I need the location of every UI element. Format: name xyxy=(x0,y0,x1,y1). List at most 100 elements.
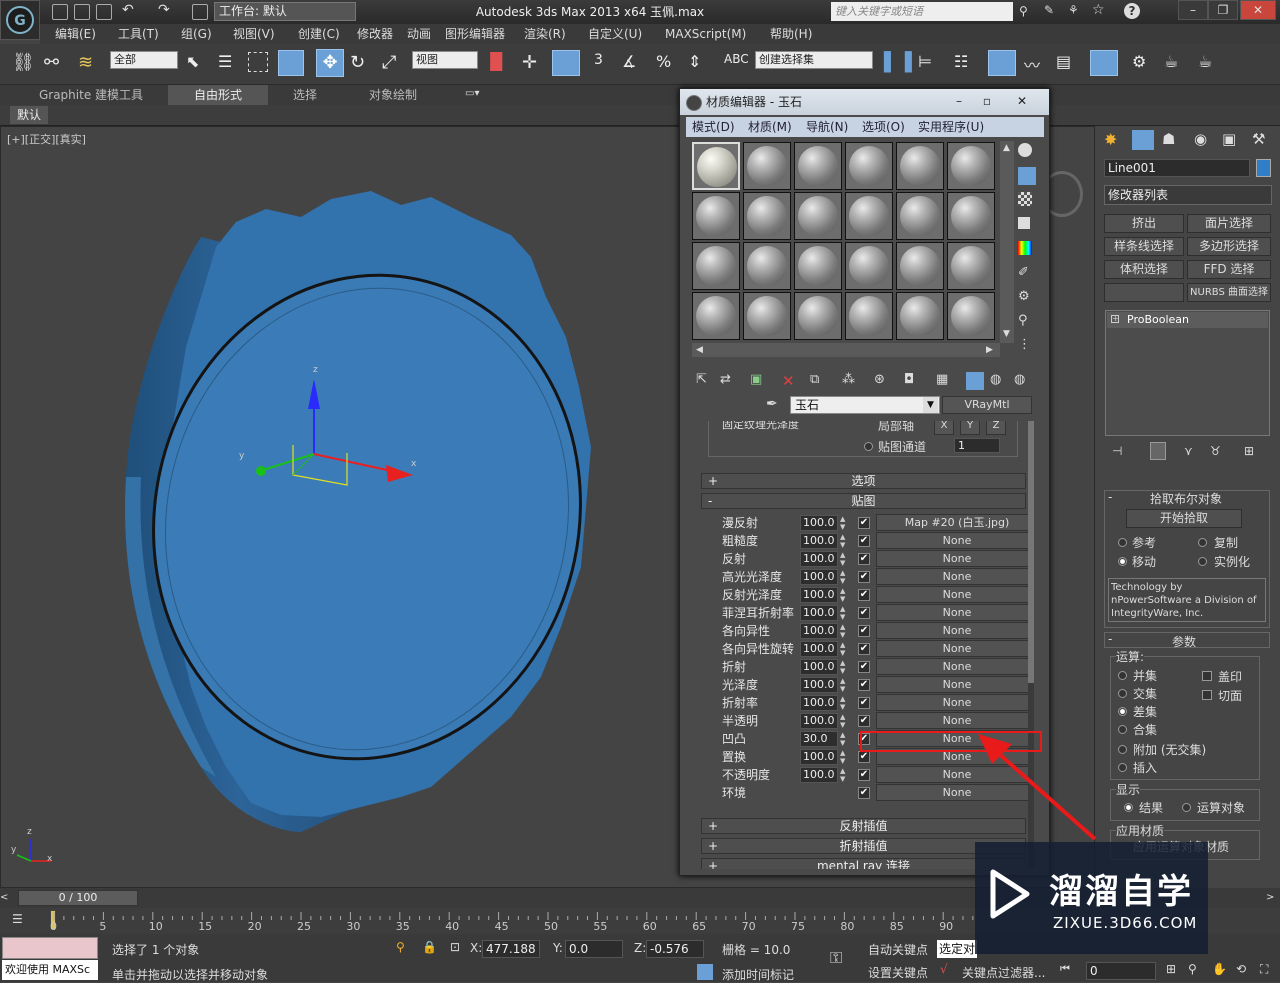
make-unique-mat-icon[interactable]: ⁂ xyxy=(842,372,860,390)
save-file-icon[interactable] xyxy=(96,4,112,20)
spline-select-button[interactable]: 样条线选择 xyxy=(1104,237,1184,256)
map-enable-checkbox[interactable]: ✔ xyxy=(858,787,870,799)
ribbon-options-icon[interactable]: ▭▾ xyxy=(465,88,479,99)
select-and-scale-icon[interactable]: ⤢ xyxy=(382,52,404,74)
spinner-snap-icon[interactable]: ⇕ xyxy=(688,52,710,74)
local-axis-radio[interactable] xyxy=(864,421,873,428)
material-id-channel-icon[interactable]: ◘ xyxy=(904,372,922,390)
map-amount-field[interactable]: 100.0 xyxy=(800,605,838,621)
map-amount-field[interactable]: 30.0 xyxy=(800,731,838,747)
mat-menu-utilities[interactable]: 实用程序(U) xyxy=(918,117,984,137)
maxscript-listener-pink[interactable] xyxy=(2,937,98,959)
sample-slot[interactable] xyxy=(896,242,944,290)
angle-snap-icon[interactable]: ∡ xyxy=(622,52,644,74)
curve-editor-icon[interactable]: 〰 xyxy=(1024,52,1046,75)
app-logo-icon[interactable]: G xyxy=(0,0,40,40)
align-icon[interactable]: ⊨ xyxy=(918,52,940,74)
nurbs-surface-select-button[interactable]: NURBS 曲面选择 xyxy=(1187,283,1271,302)
rollout-minus-icon[interactable]: - xyxy=(1108,490,1112,504)
map-amount-spinner[interactable]: ▲ ▼ xyxy=(840,713,848,729)
menu-animation[interactable]: 动画 xyxy=(407,24,431,44)
map-amount-spinner[interactable]: ▲ ▼ xyxy=(840,749,848,765)
layer-manager-icon[interactable]: ☷ xyxy=(954,52,976,74)
poly-select-button[interactable]: 多边形选择 xyxy=(1187,237,1271,256)
key-filters-button[interactable]: 关键点过滤器... xyxy=(962,964,1045,981)
sample-slot[interactable] xyxy=(947,142,995,190)
insert-radio[interactable] xyxy=(1118,763,1127,772)
auto-key-button[interactable]: 自动关键点 xyxy=(868,941,928,958)
menu-views[interactable]: 视图(V) xyxy=(233,24,275,44)
ribbon-default-label[interactable]: 默认 xyxy=(10,106,48,124)
material-editor-titlebar[interactable]: 材质编辑器 - 玉石 – ▫ ✕ xyxy=(680,89,1049,115)
operands-radio[interactable] xyxy=(1182,803,1191,812)
sample-slot-vscrollbar[interactable] xyxy=(1000,141,1014,343)
stack-item-proboolean[interactable]: ProBoolean xyxy=(1107,312,1268,328)
sample-slot[interactable] xyxy=(743,192,791,240)
material-map-navigator-icon[interactable]: ⋮ xyxy=(1018,337,1036,355)
zoom-extents-icon[interactable]: ⚲ xyxy=(1188,962,1197,976)
redo-icon[interactable]: ↷ xyxy=(158,2,170,18)
map-amount-spinner[interactable]: ▲ ▼ xyxy=(840,551,848,567)
current-frame-field[interactable]: 0 xyxy=(1086,962,1156,980)
material-name-dropdown-icon[interactable]: ▼ xyxy=(923,397,938,413)
sample-type-icon[interactable] xyxy=(1018,143,1032,157)
favorites-star-icon[interactable]: ☆ xyxy=(1092,2,1105,18)
menu-maxscript[interactable]: MAXScript(M) xyxy=(665,24,746,44)
reference-radio[interactable] xyxy=(1118,538,1127,547)
volume-select-button[interactable]: 体积选择 xyxy=(1104,260,1184,279)
sample-slot[interactable] xyxy=(794,292,842,340)
sample-slot[interactable] xyxy=(845,192,893,240)
mat-menu-navigation[interactable]: 导航(N) xyxy=(806,117,848,137)
expand-icon[interactable]: + xyxy=(1111,315,1119,323)
maxscript-listener-white[interactable]: 欢迎使用 MAXSc xyxy=(2,960,98,980)
menu-rendering[interactable]: 渲染(R) xyxy=(524,24,566,44)
menu-customize[interactable]: 自定义(U) xyxy=(588,24,642,44)
map-slot-button[interactable]: None xyxy=(876,550,1028,567)
options-icon[interactable]: ⚙ xyxy=(1018,289,1036,307)
map-amount-spinner[interactable]: ▲ ▼ xyxy=(840,515,848,531)
backlight-icon[interactable] xyxy=(1018,167,1036,185)
make-copy-icon[interactable]: ⧉ xyxy=(810,372,828,390)
axis-y-button[interactable]: Y xyxy=(960,421,980,435)
reference-coordinate-dropdown[interactable]: 视图 xyxy=(412,51,478,69)
map-amount-spinner[interactable]: ▲ ▼ xyxy=(840,623,848,639)
modify-tab-icon[interactable] xyxy=(1132,130,1154,150)
scroll-down-icon[interactable]: ▼ xyxy=(1003,329,1010,339)
utilities-tab-icon[interactable]: ⚒ xyxy=(1252,130,1265,148)
create-tab-icon[interactable]: ✸ xyxy=(1104,130,1117,149)
map-enable-checkbox[interactable]: ✔ xyxy=(858,571,870,583)
map-amount-spinner[interactable]: ▲ ▼ xyxy=(840,641,848,657)
map-enable-checkbox[interactable]: ✔ xyxy=(858,751,870,763)
unlink-icon[interactable]: ⚯ xyxy=(44,52,66,74)
map-enable-checkbox[interactable]: ✔ xyxy=(858,697,870,709)
graphite-toggle-icon[interactable] xyxy=(988,50,1016,76)
scroll-right-icon[interactable]: ▶ xyxy=(986,345,993,355)
mirror-icon[interactable]: ▌▐ xyxy=(884,52,912,74)
map-amount-spinner[interactable]: ▲ ▼ xyxy=(840,533,848,549)
schematic-view-icon[interactable]: ▤ xyxy=(1056,52,1078,74)
time-config-icon[interactable]: ⊞ xyxy=(1166,962,1176,976)
select-and-move-icon[interactable]: ✥ xyxy=(316,49,344,77)
map-slot-button[interactable]: None xyxy=(876,604,1028,621)
named-selection-dropdown[interactable]: 创建选择集 xyxy=(755,51,873,69)
maps-rollout[interactable]: - 贴图 xyxy=(701,493,1026,509)
merge-radio[interactable] xyxy=(1118,725,1127,734)
copy-radio[interactable] xyxy=(1198,538,1207,547)
map-slot-button[interactable]: None xyxy=(876,658,1028,675)
map-channel-field[interactable]: 1 xyxy=(954,438,1000,453)
material-type-button[interactable]: VRayMtl xyxy=(942,396,1032,414)
sample-slot[interactable] xyxy=(896,292,944,340)
sample-slot[interactable] xyxy=(794,142,842,190)
sample-slot-hscrollbar[interactable] xyxy=(692,343,1000,357)
menu-edit[interactable]: 编辑(E) xyxy=(55,24,96,44)
select-and-rotate-icon[interactable]: ↻ xyxy=(350,52,372,74)
modifier-stack[interactable]: ProBoolean + xyxy=(1105,310,1270,436)
subtraction-radio[interactable] xyxy=(1118,707,1127,716)
sample-slot[interactable] xyxy=(692,192,740,240)
sample-slot[interactable] xyxy=(794,242,842,290)
result-radio[interactable] xyxy=(1124,803,1133,812)
material-editor-icon[interactable] xyxy=(1090,50,1118,76)
render-setup-icon[interactable]: ⚙ xyxy=(1132,52,1154,74)
goto-start-icon[interactable]: ⏮ xyxy=(1060,962,1070,976)
map-enable-checkbox[interactable]: ✔ xyxy=(858,607,870,619)
